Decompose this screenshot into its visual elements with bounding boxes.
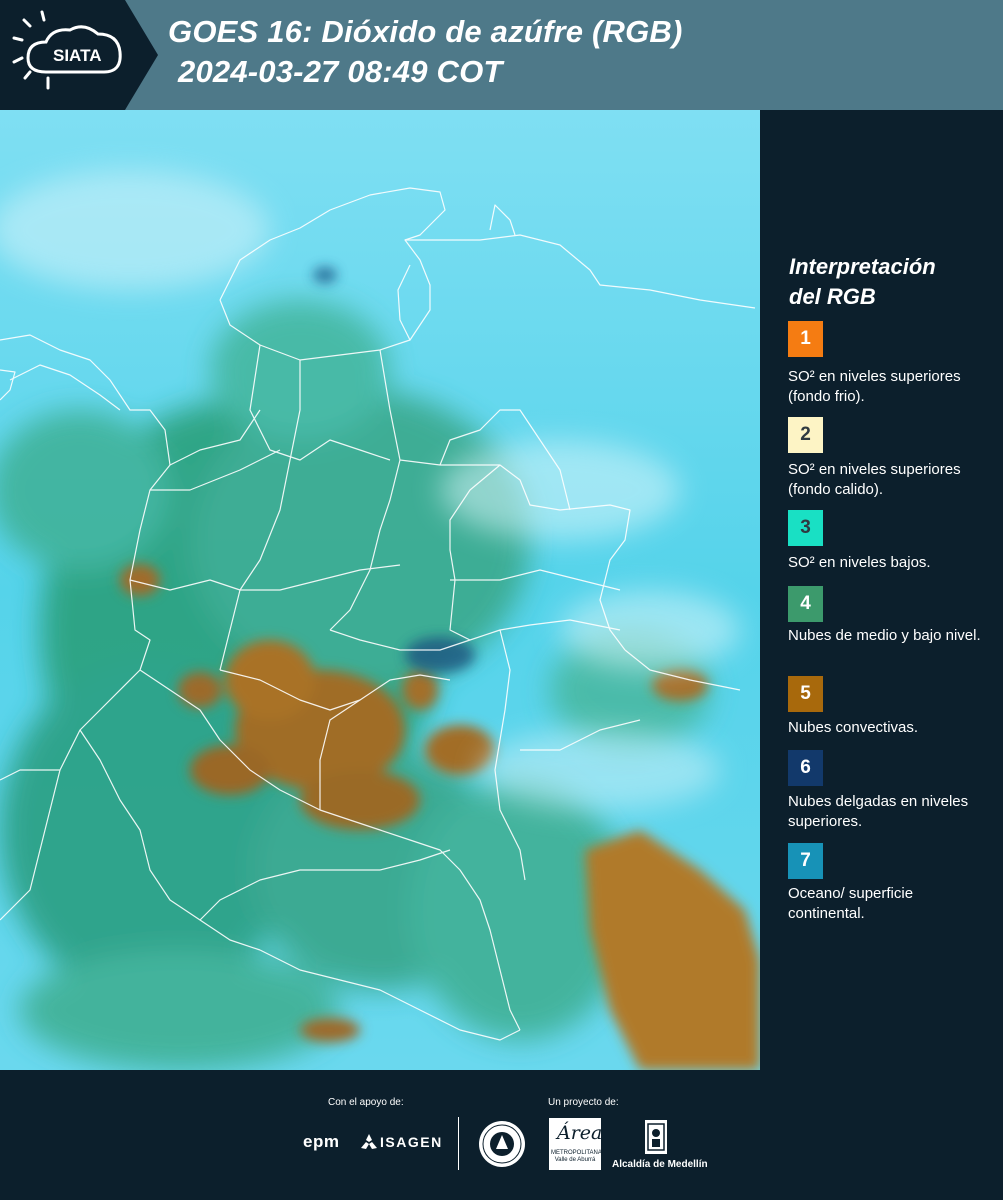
epm-logo: epm (303, 1132, 340, 1151)
siata-logo: SIATA (0, 0, 158, 110)
footer-bar: Con el apoyo de: Un proyecto de: epm ISA… (0, 1070, 1003, 1200)
isagen-logo: ISAGEN (380, 1134, 443, 1150)
medellin-seal-icon (479, 1121, 525, 1167)
page-timestamp: 2024-03-27 08:49 COT (178, 54, 503, 89)
legend-swatch-5: 5 (788, 676, 823, 712)
siata-logo-text: SIATA (53, 46, 101, 65)
legend-swatch-3: 3 (788, 510, 823, 546)
legend-panel: Interpretación del RGB 1 SO² en niveles … (760, 110, 1003, 1070)
footer-divider (458, 1117, 459, 1170)
alcaldia-crest-icon (645, 1120, 667, 1154)
page-title: GOES 16: Dióxido de azúfre (RGB) (168, 14, 683, 49)
legend-title: Interpretación del RGB (789, 254, 936, 309)
isagen-logo-icon (361, 1134, 377, 1149)
legend-text-4: Nubes de medio y bajo nivel. (788, 627, 981, 644)
support-label: Con el apoyo de: (328, 1097, 404, 1108)
legend-text-5: Nubes convectivas. (788, 719, 919, 736)
satellite-rgb-map-image (0, 110, 760, 1070)
area-metropolitana-logo: Área METROPOLITANA Valle de Aburrá (549, 1118, 602, 1170)
legend-swatch-4: 4 (788, 586, 823, 622)
legend-swatch-6: 6 (788, 750, 823, 786)
legend-swatch-1: 1 (788, 321, 823, 357)
legend-swatch-7: 7 (788, 843, 823, 879)
project-label: Un proyecto de: (548, 1097, 619, 1108)
legend-text-7: Oceano/ superficie continental. (788, 885, 914, 922)
legend-text-1: SO² en niveles superiores (fondo frio). (788, 368, 961, 405)
legend-swatch-2: 2 (788, 417, 823, 453)
legend-text-2: SO² en niveles superiores (fondo calido)… (788, 461, 961, 498)
legend-text-3: SO² en niveles bajos. (788, 554, 931, 571)
legend-text-6: Nubes delgadas en niveles superiores. (788, 793, 969, 830)
header-bar: SIATA GOES 16: Dióxido de azúfre (RGB) 2… (0, 0, 1003, 110)
satellite-map (0, 110, 760, 1070)
alcaldia-label: Alcaldía de Medellín (612, 1159, 708, 1170)
